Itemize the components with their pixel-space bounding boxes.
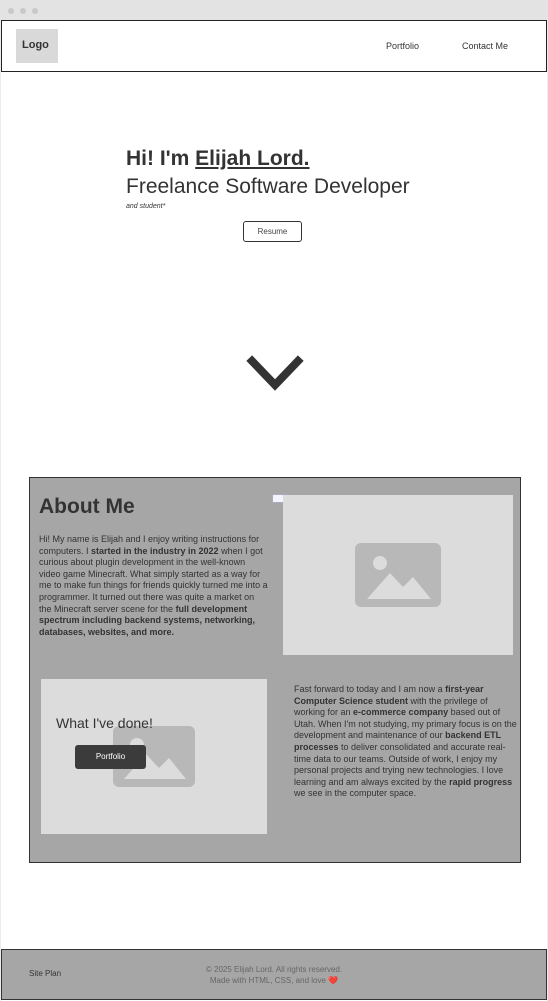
copyright-text: © 2025 Elijah Lord. All rights reserved.	[205, 965, 343, 974]
logo-text: Logo	[22, 39, 49, 51]
window-dot	[8, 8, 14, 14]
hero-name: Elijah Lord.	[195, 147, 310, 170]
heart-icon: ❤️	[328, 976, 339, 985]
chevron-down-icon[interactable]	[245, 354, 305, 396]
about-title: About Me	[39, 495, 135, 518]
about-image-placeholder	[283, 495, 513, 655]
portfolio-button[interactable]: Portfolio	[75, 745, 146, 769]
navbar: Logo Portfolio Contact Me	[1, 20, 547, 72]
made-with-text: Made with HTML, CSS, and love ❤️	[209, 976, 339, 985]
hero-title: Hi! I'm Elijah Lord.	[126, 147, 310, 171]
resume-button[interactable]: Resume	[243, 221, 302, 242]
site-plan-link[interactable]: Site Plan	[29, 969, 61, 978]
hero-greeting: Hi! I'm	[126, 147, 196, 170]
nav-link-contact[interactable]: Contact Me	[462, 41, 508, 51]
about-intro-text: Hi! My name is Elijah and I enjoy writin…	[39, 534, 268, 637]
window-dot	[32, 8, 38, 14]
work-title: What I've done!	[56, 715, 153, 731]
logo[interactable]: Logo	[16, 29, 58, 63]
hero-note: and student*	[126, 203, 166, 210]
copyright: © 2025 Elijah Lord. All rights reserved.…	[152, 964, 396, 986]
about-current-text: Fast forward to today and I am now a fir…	[294, 684, 517, 799]
window-dot	[20, 8, 26, 14]
hero-role: Freelance Software Developer	[126, 175, 410, 198]
page: Logo Portfolio Contact Me Hi! I'm Elijah…	[1, 20, 547, 1001]
browser-chrome	[0, 0, 548, 20]
nav-link-portfolio[interactable]: Portfolio	[386, 41, 419, 51]
about-section: About Me Hi! My name is Elijah and I enj…	[29, 477, 521, 863]
footer: Site Plan © 2025 Elijah Lord. All rights…	[1, 949, 547, 1000]
image-icon	[355, 543, 441, 607]
